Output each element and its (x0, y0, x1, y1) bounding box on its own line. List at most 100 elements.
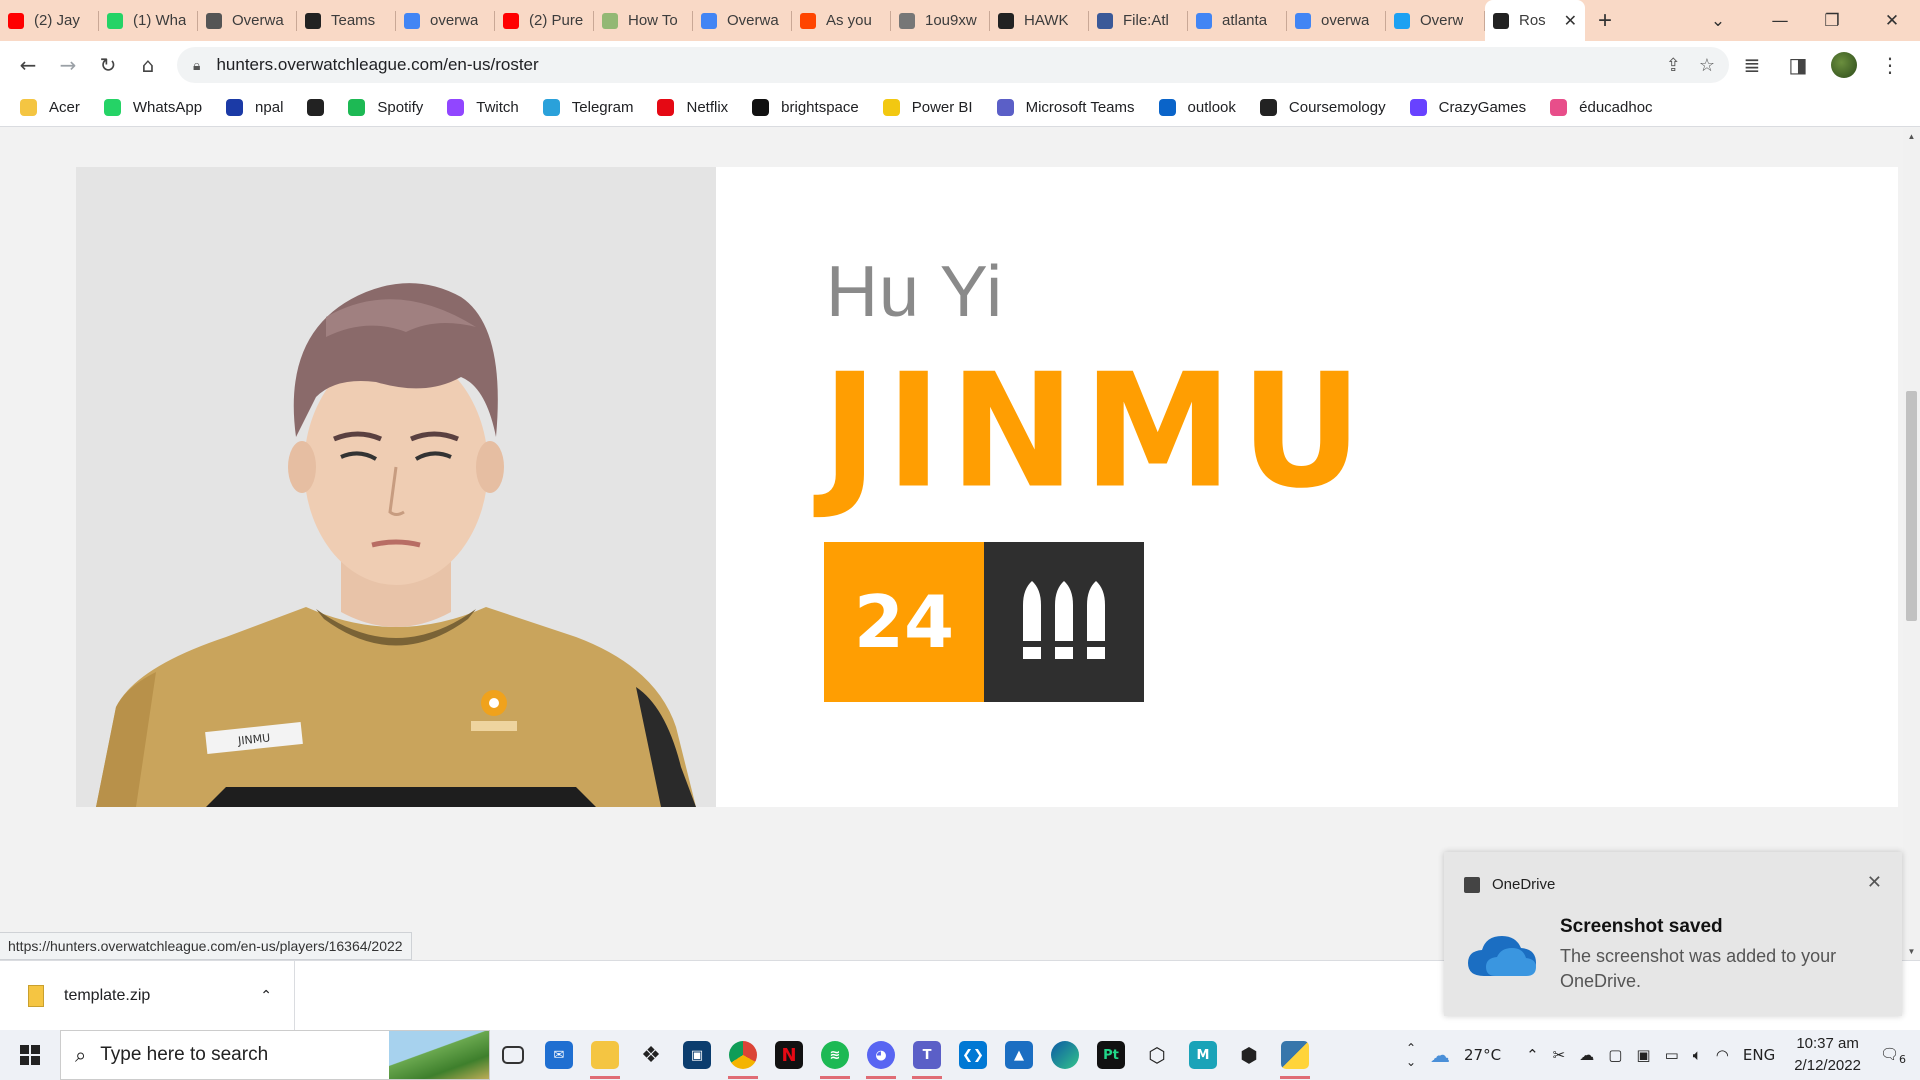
task-view-icon[interactable] (490, 1030, 536, 1080)
bookmark-3[interactable] (307, 99, 325, 116)
reload-button[interactable]: ↻ (88, 45, 128, 85)
side-panel-icon[interactable]: ◨ (1778, 45, 1818, 85)
weather-temp[interactable]: 27°C (1464, 1046, 1501, 1064)
weather-icon[interactable]: ☁ (1430, 1043, 1450, 1067)
windows-taskbar: ⌕ Type here to search ✉ ❖ ▣ N ≋ ◕ T ❮❯ ▲… (0, 1030, 1920, 1080)
notification-center-icon[interactable]: 🗨︎6 (1880, 1045, 1906, 1066)
app-tray-icon[interactable]: ▢ (1608, 1046, 1622, 1064)
tab-4[interactable]: overwa (396, 0, 495, 41)
edge-icon[interactable] (1042, 1030, 1088, 1080)
tab-label: (1) Wha (133, 12, 187, 29)
tab-5[interactable]: (2) Pure (495, 0, 594, 41)
bookmark-7[interactable]: Netflix (657, 99, 728, 116)
spotify-icon[interactable]: ≋ (812, 1030, 858, 1080)
onedrive-tray-icon[interactable]: ☁ (1579, 1046, 1594, 1064)
share-icon[interactable]: ⇪ (1666, 55, 1681, 76)
mail-icon[interactable]: ✉ (536, 1030, 582, 1080)
close-tab-icon[interactable]: ✕ (1564, 11, 1577, 31)
maya-icon[interactable]: M (1180, 1030, 1226, 1080)
tab-label: As you (826, 12, 872, 29)
show-hidden-icons-chevron[interactable]: ⌃ (1526, 1046, 1539, 1064)
forward-button[interactable]: → (48, 45, 88, 85)
clock[interactable]: 10:37 am 2/12/2022 (1794, 1033, 1861, 1077)
bookmark-1[interactable]: WhatsApp (103, 99, 202, 116)
tab-label: Ros (1519, 12, 1546, 29)
phone-link-icon[interactable]: ▣ (674, 1030, 720, 1080)
tab-14[interactable]: Overw (1386, 0, 1485, 41)
download-filename: template.zip (64, 987, 151, 1004)
start-button[interactable] (0, 1030, 60, 1080)
restore-button[interactable]: ❐ (1806, 0, 1858, 41)
tab-10[interactable]: HAWK (990, 0, 1089, 41)
bookmark-star-icon[interactable]: ☆ (1699, 55, 1715, 76)
tab-3[interactable]: Teams (297, 0, 396, 41)
wifi-icon[interactable]: ◠ (1716, 1046, 1729, 1064)
netflix-icon[interactable]: N (766, 1030, 812, 1080)
menu-icon[interactable]: ⋮ (1870, 45, 1910, 85)
minimize-button[interactable]: — (1754, 0, 1806, 41)
tab-active[interactable]: Ros ✕ (1485, 0, 1585, 41)
home-button[interactable]: ⌂ (128, 45, 168, 85)
new-tab-button[interactable]: + (1585, 0, 1625, 41)
bookmark-0[interactable]: Acer (20, 99, 80, 116)
tab-search-icon[interactable]: ⌄ (1692, 0, 1744, 41)
address-bar[interactable]: 🔒︎ hunters.overwatchleague.com/en-us/ros… (177, 47, 1729, 83)
usb-icon[interactable]: ✂ (1553, 1046, 1566, 1064)
tab-1[interactable]: (1) Wha (99, 0, 198, 41)
tab-12[interactable]: atlanta (1188, 0, 1287, 41)
bookmark-6[interactable]: Telegram (542, 99, 633, 116)
vscode-icon[interactable]: ❮❯ (950, 1030, 996, 1080)
onedrive-notification[interactable]: OneDrive ✕ Screenshot saved The screensh… (1444, 852, 1902, 1016)
bookmark-9[interactable]: Power BI (882, 99, 973, 116)
pycharm-icon[interactable]: Pt (1088, 1030, 1134, 1080)
security-tray-icon[interactable]: ▣ (1636, 1046, 1650, 1064)
avatar (1831, 52, 1857, 78)
tab-2[interactable]: Overwa (198, 0, 297, 41)
toast-close-button[interactable]: ✕ (1867, 872, 1882, 893)
tab-6[interactable]: How To (594, 0, 693, 41)
page-scrollbar[interactable]: ▲ ▼ (1903, 128, 1920, 960)
bookmark-13[interactable]: CrazyGames (1409, 99, 1526, 116)
bookmark-label: Twitch (476, 99, 519, 116)
lock-icon[interactable]: 🔒︎ (193, 57, 200, 74)
photos-icon[interactable]: ▲ (996, 1030, 1042, 1080)
tab-8[interactable]: As you (792, 0, 891, 41)
tab-0[interactable]: (2) Jay (0, 0, 99, 41)
download-item[interactable]: template.zip ⌃ (0, 961, 295, 1031)
unity-icon[interactable]: ⬡ (1134, 1030, 1180, 1080)
scroll-up-arrow[interactable]: ▲ (1903, 128, 1920, 145)
discord-icon[interactable]: ◕ (858, 1030, 904, 1080)
tab-7[interactable]: Overwa (693, 0, 792, 41)
bookmark-11[interactable]: outlook (1158, 99, 1236, 116)
unity-hub-icon[interactable]: ⬢ (1226, 1030, 1272, 1080)
tray-overflow-chevron-icon[interactable]: ⌃ ⌄ (1406, 1041, 1416, 1069)
bookmark-12[interactable]: Coursemology (1259, 99, 1386, 116)
teams-icon[interactable]: T (904, 1030, 950, 1080)
back-button[interactable]: ← (8, 45, 48, 85)
language-indicator[interactable]: ENG (1743, 1046, 1775, 1064)
bookmark-14[interactable]: éducadhoc (1550, 99, 1653, 116)
scroll-down-arrow[interactable]: ▼ (1903, 943, 1920, 960)
bookmark-4[interactable]: Spotify (348, 99, 423, 116)
tab-9[interactable]: 1ou9xw (891, 0, 990, 41)
chrome-icon[interactable] (720, 1030, 766, 1080)
scroll-thumb[interactable] (1906, 391, 1917, 621)
bookmark-5[interactable]: Twitch (447, 99, 519, 116)
bookmark-10[interactable]: Microsoft Teams (996, 99, 1135, 116)
battery-icon[interactable]: ▭ (1665, 1046, 1679, 1064)
close-window-button[interactable]: ✕ (1866, 0, 1918, 41)
chevron-up-icon[interactable]: ⌃ (260, 988, 272, 1004)
file-explorer-icon[interactable] (582, 1030, 628, 1080)
profile-button[interactable] (1824, 45, 1864, 85)
bookmark-2[interactable]: npal (226, 99, 283, 116)
python-icon[interactable] (1272, 1030, 1318, 1080)
tab-11[interactable]: File:Atl (1089, 0, 1188, 41)
reading-list-icon[interactable]: ≣ (1732, 45, 1772, 85)
volume-icon[interactable]: 🔈︎ (1693, 1046, 1702, 1064)
bookmark-8[interactable]: brightspace (752, 99, 859, 116)
dropbox-icon[interactable]: ❖ (628, 1030, 674, 1080)
reddit-icon (800, 12, 816, 29)
tab-13[interactable]: overwa (1287, 0, 1386, 41)
bookmark-label: éducadhoc (1579, 99, 1653, 116)
taskbar-search[interactable]: ⌕ Type here to search (60, 1030, 490, 1080)
